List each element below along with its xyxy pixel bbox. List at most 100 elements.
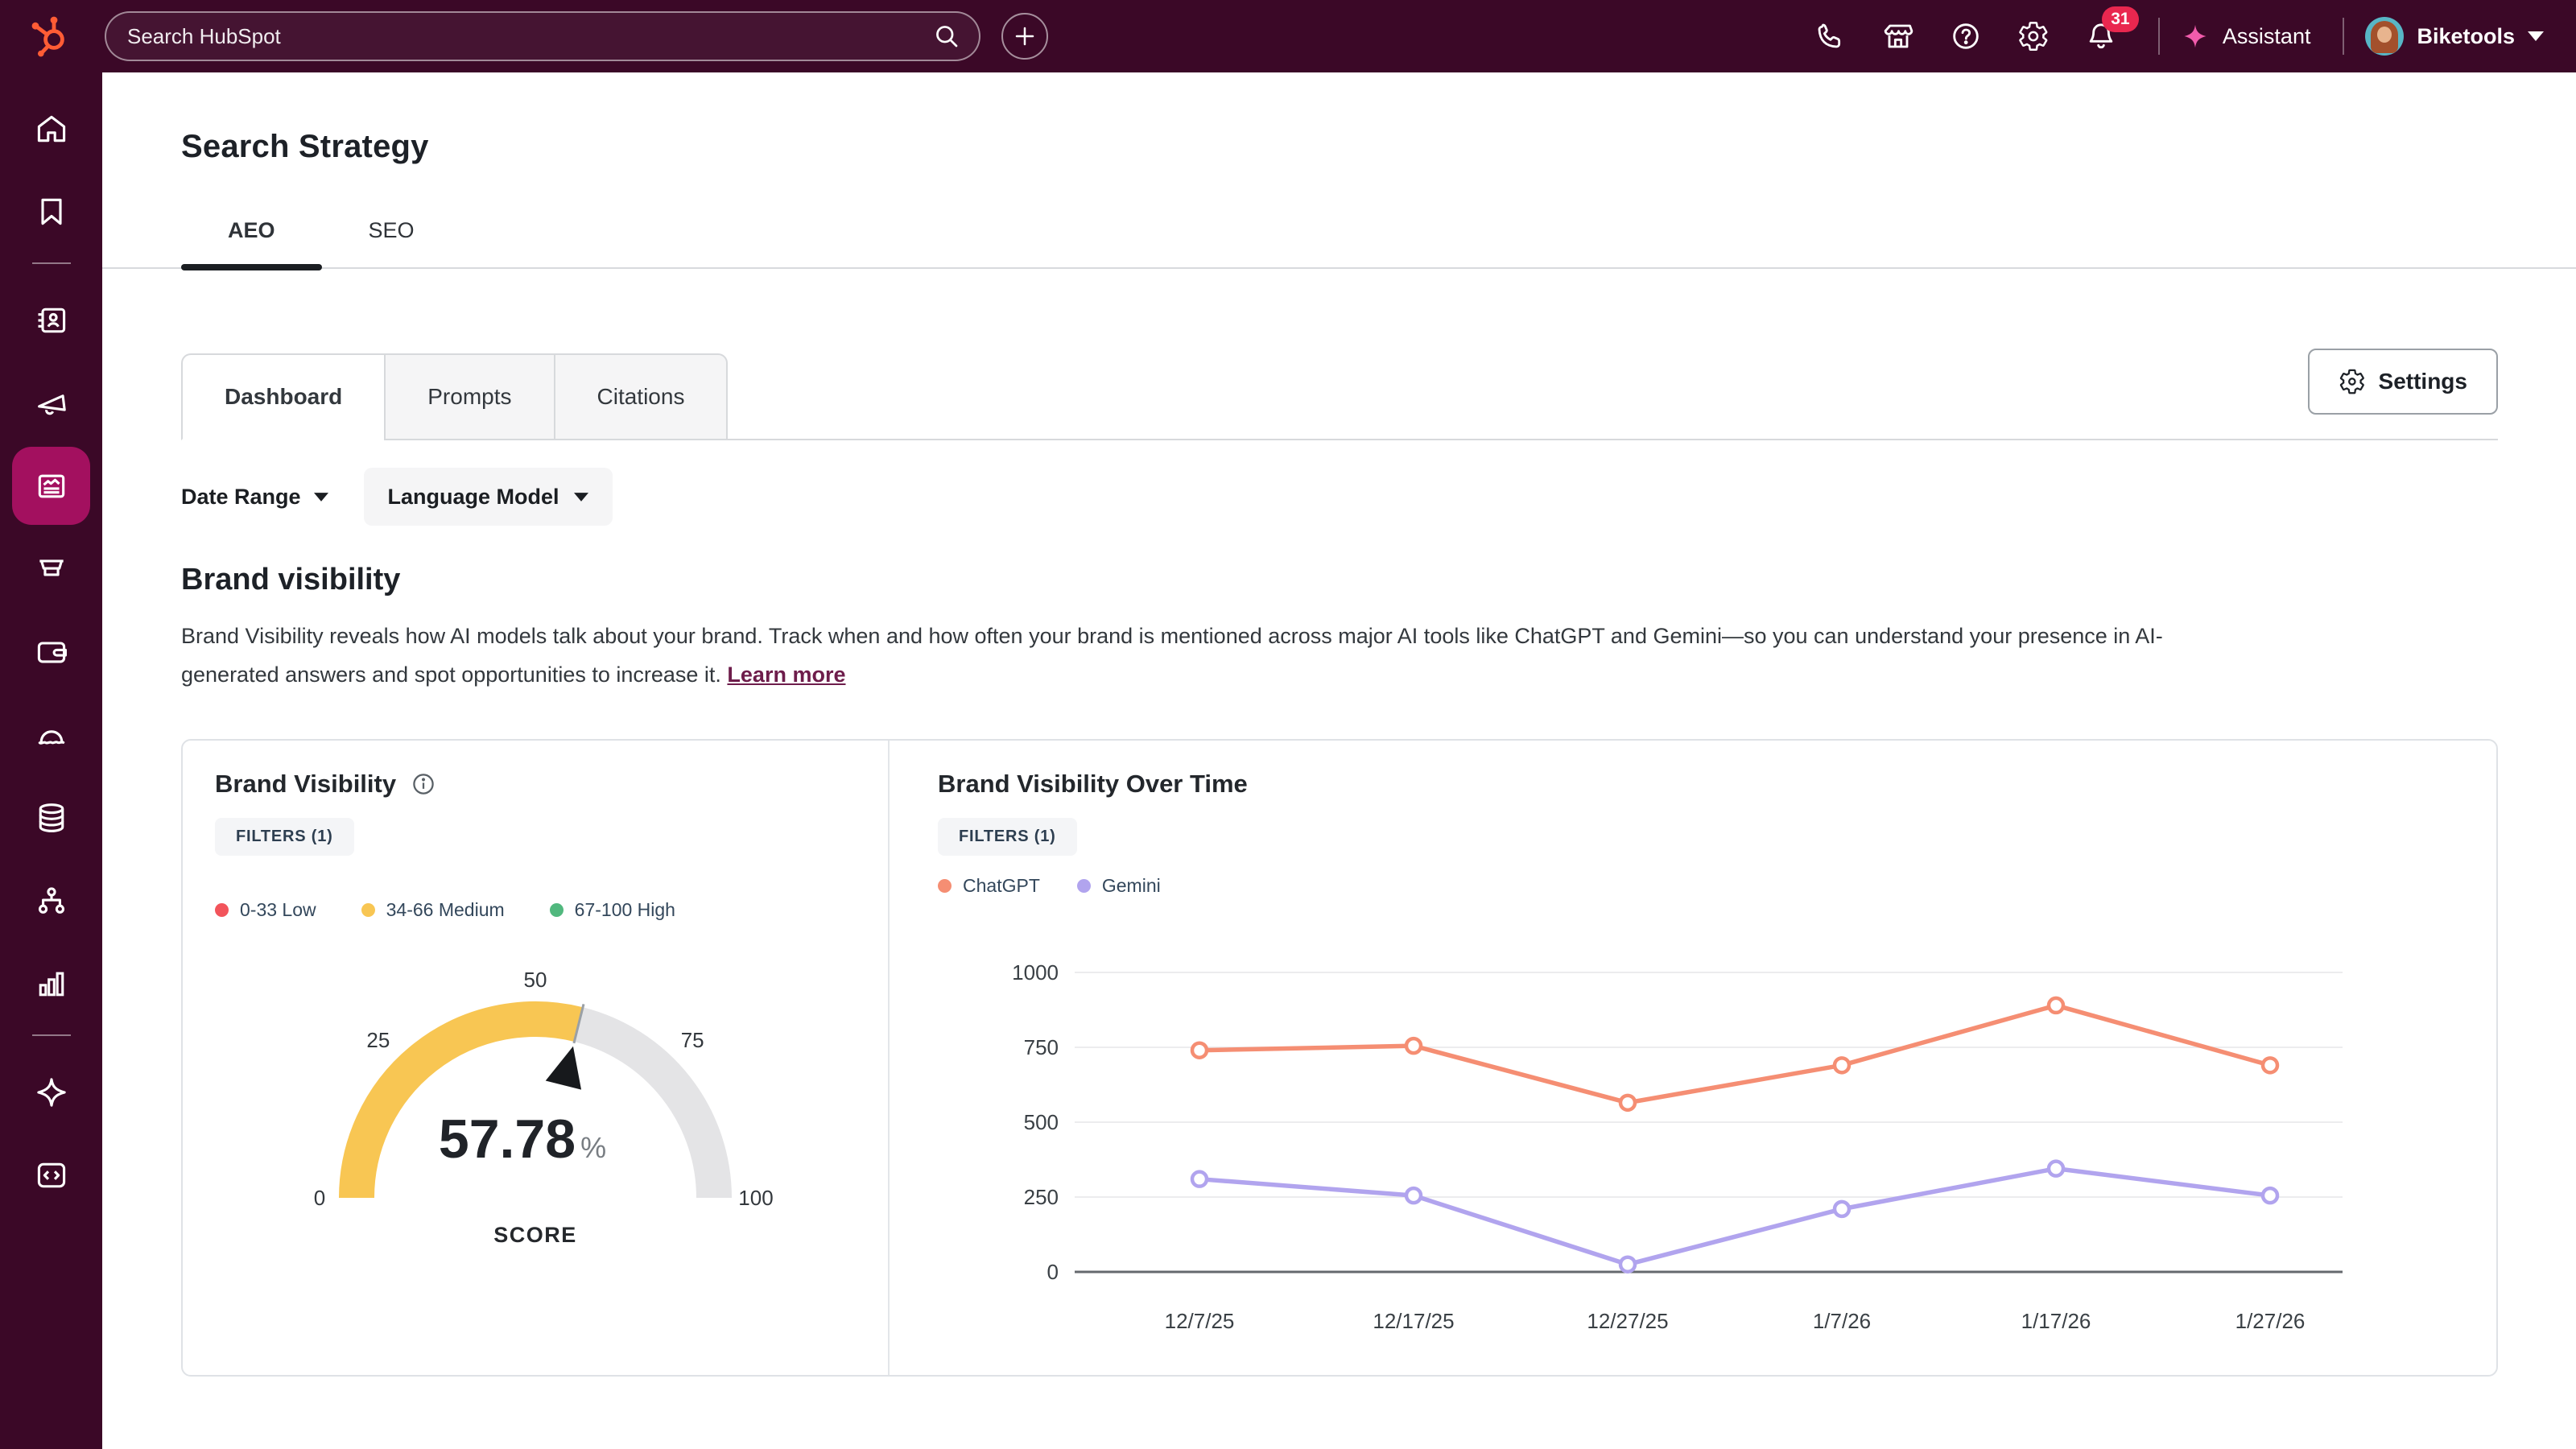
legend-item-high[interactable]: 67-100 High: [550, 899, 675, 921]
language-model-label: Language Model: [388, 485, 559, 510]
tab-dashboard[interactable]: Dashboard: [181, 353, 386, 440]
plus-icon: [1013, 24, 1037, 48]
sidebar-divider-2: [32, 1034, 71, 1036]
megaphone-icon: [34, 386, 69, 421]
caret-down-icon: [314, 493, 328, 502]
tab-seo[interactable]: SEO: [322, 218, 461, 267]
tray-icon: [34, 551, 69, 587]
wallet-icon: [34, 634, 69, 670]
gear-icon: [2017, 20, 2050, 52]
date-range-dropdown[interactable]: Date Range: [181, 468, 328, 526]
topbar: 31 Assistant Biketools: [0, 0, 2576, 72]
tab-aeo[interactable]: AEO: [181, 218, 322, 267]
calling-button[interactable]: [1806, 11, 1856, 61]
search-input[interactable]: [106, 24, 932, 49]
sidebar-item-data[interactable]: [12, 778, 90, 857]
phone-icon: [1814, 20, 1847, 52]
contacts-icon: [34, 303, 69, 338]
sidebar-item-marketing[interactable]: [12, 364, 90, 442]
svg-text:57.78%: 57.78%: [439, 1108, 606, 1170]
legend-item-low[interactable]: 0-33 Low: [215, 899, 316, 921]
topbar-divider: [2158, 18, 2160, 55]
topbar-divider-2: [2343, 18, 2344, 55]
settings-gear-icon: [2339, 368, 2366, 395]
home-icon: [34, 111, 69, 147]
section-heading: Brand visibility: [181, 563, 2498, 597]
create-button[interactable]: [1001, 13, 1048, 60]
gauge-pane: Brand Visibility FILTERS (1) 0-33 Low 34…: [183, 741, 890, 1375]
account-menu[interactable]: Biketools: [2365, 17, 2544, 56]
svg-text:1/27/26: 1/27/26: [2235, 1309, 2306, 1333]
avatar: [2365, 17, 2404, 56]
assistant-label: Assistant: [2223, 24, 2311, 49]
sidebar-item-automation[interactable]: [12, 861, 90, 939]
settings-button-topbar[interactable]: [2008, 11, 2058, 61]
sidebar-item-home[interactable]: [12, 89, 90, 167]
timeseries-legend: ChatGPT Gemini: [938, 875, 2467, 897]
account-name: Biketools: [2417, 24, 2515, 49]
sidebar-item-ai[interactable]: [12, 1053, 90, 1131]
marketplace-button[interactable]: [1873, 11, 1923, 61]
legend-dot-gemini: [1077, 879, 1091, 893]
main-content: Search Strategy AEO SEO Dashboard Prompt…: [102, 72, 2576, 1449]
page-title: Search Strategy: [181, 129, 2576, 165]
gauge-filters-chip[interactable]: FILTERS (1): [215, 818, 354, 856]
sidebar: [0, 72, 102, 1449]
svg-text:SCORE: SCORE: [493, 1223, 577, 1247]
legend-item-gemini[interactable]: Gemini: [1077, 875, 1161, 897]
workflow-icon: [34, 883, 69, 919]
sidebar-item-content[interactable]: [12, 447, 90, 525]
content-icon: [34, 469, 69, 504]
strategy-tabs: AEO SEO: [181, 218, 2576, 267]
legend-item-chatgpt[interactable]: ChatGPT: [938, 875, 1040, 897]
sidebar-item-commerce[interactable]: [12, 613, 90, 691]
brand-visibility-line-chart: 0250500750100012/7/2512/17/2512/27/251/7…: [938, 924, 2467, 1351]
help-button[interactable]: [1941, 11, 1991, 61]
timeseries-filters-chip[interactable]: FILTERS (1): [938, 818, 1077, 856]
search-icon[interactable]: [932, 22, 961, 51]
caret-down-icon: [2528, 31, 2544, 41]
svg-text:50: 50: [524, 968, 547, 992]
sidebar-item-sales[interactable]: [12, 530, 90, 608]
legend-item-medium[interactable]: 34-66 Medium: [361, 899, 505, 921]
database-icon: [34, 800, 69, 836]
settings-label: Settings: [2379, 369, 2467, 394]
sidebar-item-contacts[interactable]: [12, 281, 90, 359]
legend-dot-medium: [361, 903, 375, 917]
settings-button[interactable]: Settings: [2308, 349, 2498, 415]
sidebar-item-developer[interactable]: [12, 1136, 90, 1214]
sidebar-item-reporting[interactable]: [12, 944, 90, 1022]
date-range-label: Date Range: [181, 485, 301, 510]
notifications-button[interactable]: 31: [2076, 11, 2126, 61]
assistant-button[interactable]: Assistant: [2181, 22, 2311, 51]
dashboard-tabs: Dashboard Prompts Citations: [181, 353, 728, 439]
svg-text:1/7/26: 1/7/26: [1813, 1309, 1871, 1333]
svg-text:100: 100: [738, 1186, 773, 1210]
description-text: Brand Visibility reveals how AI models t…: [181, 624, 2163, 687]
caret-down-icon: [574, 493, 588, 502]
svg-text:1000: 1000: [1012, 960, 1059, 985]
timeseries-card-title: Brand Visibility Over Time: [938, 770, 1248, 799]
svg-text:250: 250: [1024, 1185, 1059, 1209]
hubspot-logo-icon[interactable]: [27, 14, 72, 59]
svg-text:75: 75: [681, 1028, 704, 1052]
svg-text:12/17/25: 12/17/25: [1373, 1309, 1454, 1333]
section-description: Brand Visibility reveals how AI models t…: [181, 617, 2190, 694]
global-search: [105, 11, 980, 61]
tab-prompts[interactable]: Prompts: [384, 353, 555, 440]
svg-text:25: 25: [366, 1028, 390, 1052]
tab-citations[interactable]: Citations: [554, 353, 729, 440]
learn-more-link[interactable]: Learn more: [727, 663, 845, 687]
sidebar-item-bookmarks[interactable]: [12, 172, 90, 250]
svg-text:0: 0: [314, 1186, 325, 1210]
bar-chart-icon: [34, 966, 69, 1001]
sidebar-item-service[interactable]: [12, 696, 90, 774]
subnav: Dashboard Prompts Citations Settings: [181, 349, 2498, 440]
info-icon[interactable]: [411, 771, 436, 797]
help-icon: [1950, 20, 1982, 52]
language-model-dropdown[interactable]: Language Model: [364, 468, 613, 526]
sparkle-icon: [2181, 22, 2210, 51]
svg-text:12/27/25: 12/27/25: [1587, 1309, 1668, 1333]
svg-text:12/7/25: 12/7/25: [1165, 1309, 1235, 1333]
svg-text:0: 0: [1047, 1260, 1059, 1284]
